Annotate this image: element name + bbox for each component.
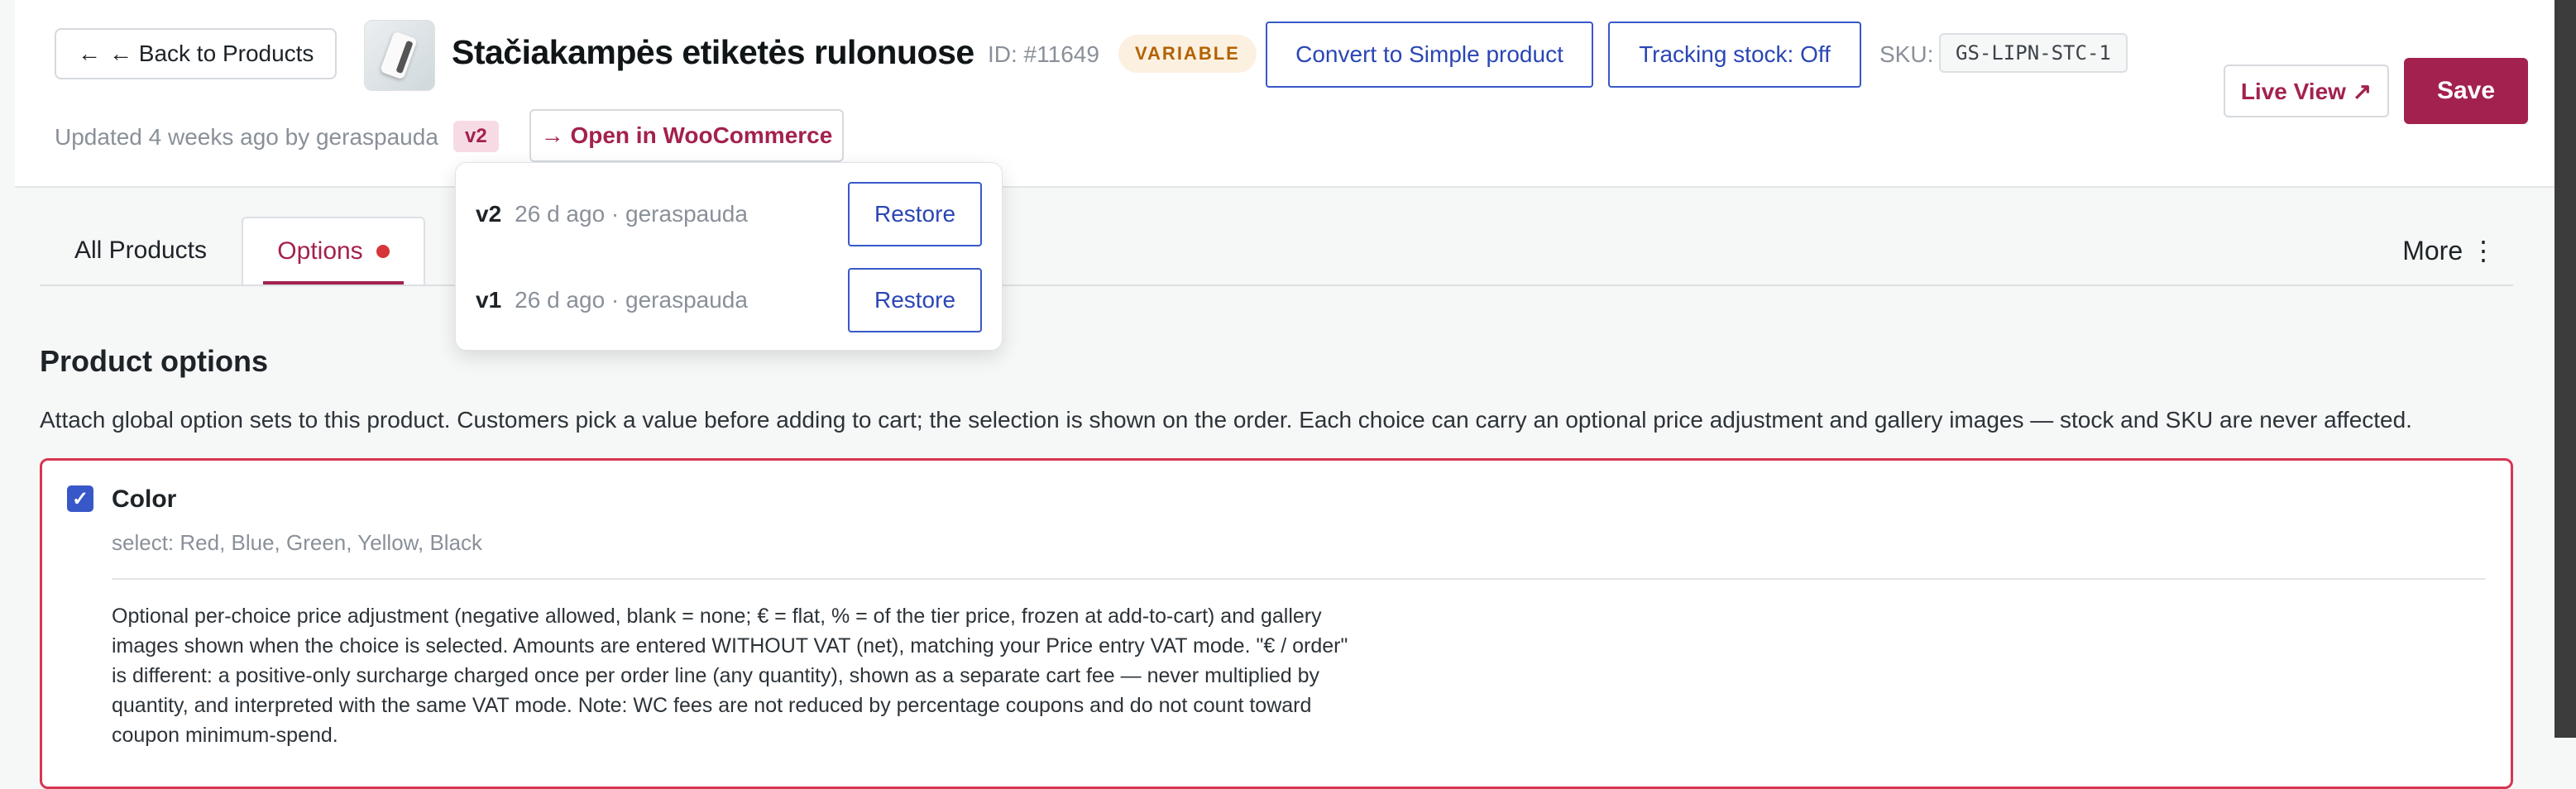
checkmark-icon: ✓	[71, 487, 89, 510]
window-right-edge	[2554, 0, 2576, 738]
version-name: v2	[476, 201, 502, 227]
option-name: Color	[112, 485, 177, 513]
product-id: ID: #11649	[988, 41, 1099, 67]
save-button[interactable]: Save	[2404, 58, 2528, 124]
product-thumbnail	[364, 20, 435, 91]
tracking-stock-toggle[interactable]: Tracking stock: Off	[1608, 22, 1861, 88]
back-to-products-button[interactable]: ← ← Back to Products	[55, 28, 338, 79]
page-title: Stačiakampės etiketės rulonuose	[452, 33, 974, 71]
section-description: Attach global option sets to this produc…	[40, 407, 2412, 433]
sku-label: SKU:	[1879, 41, 1934, 67]
tab-options[interactable]: Options	[242, 217, 425, 285]
live-view-button[interactable]: Live View ↗	[2224, 65, 2389, 117]
tab-all-products[interactable]: All Products	[40, 217, 242, 285]
divider	[112, 578, 2486, 580]
version-name: v1	[476, 287, 502, 313]
window-left-edge	[0, 0, 15, 738]
arrow-left-icon: ←	[78, 41, 101, 66]
version-meta: 26 d ago · geraspauda	[515, 201, 748, 227]
updated-text: Updated 4 weeks ago by geraspauda	[55, 124, 438, 150]
option-values: select: Red, Blue, Green, Yellow, Black	[112, 530, 483, 555]
unsaved-dot-icon	[376, 245, 390, 258]
version-history-popup: v2 26 d ago · geraspauda Restore v1 26 d…	[455, 162, 1003, 351]
tab-more[interactable]: More ⋮	[2402, 217, 2497, 285]
option-help-text: Optional per-choice price adjustment (ne…	[112, 605, 1348, 747]
convert-to-simple-button[interactable]: Convert to Simple product	[1266, 22, 1593, 88]
version-row: v1 26 d ago · geraspauda Restore	[476, 267, 982, 333]
option-checkbox[interactable]: ✓	[67, 485, 93, 512]
restore-button[interactable]: Restore	[848, 182, 982, 246]
product-header: ← ← Back to Products Stačiakampės etiket…	[15, 0, 2554, 188]
section-title: Product options	[40, 344, 268, 378]
tab-options-label: Options	[277, 237, 363, 265]
option-set-card: ✓ Color select: Red, Blue, Green, Yellow…	[40, 458, 2513, 789]
version-row: v2 26 d ago · geraspauda Restore	[476, 181, 982, 247]
open-in-woocommerce-button[interactable]: → Open in WooCommerce	[529, 109, 844, 162]
version-badge[interactable]: v2	[453, 121, 499, 152]
product-type-badge: VARIABLE	[1118, 35, 1257, 73]
tab-bar: All Products Options More ⋮	[40, 217, 2513, 286]
active-tab-indicator	[263, 281, 404, 285]
restore-button[interactable]: Restore	[848, 268, 982, 332]
version-meta: 26 d ago · geraspauda	[515, 287, 748, 313]
back-label: ← Back to Products	[109, 41, 314, 66]
sku-value: GS-LIPN-STC-1	[1939, 33, 2128, 73]
